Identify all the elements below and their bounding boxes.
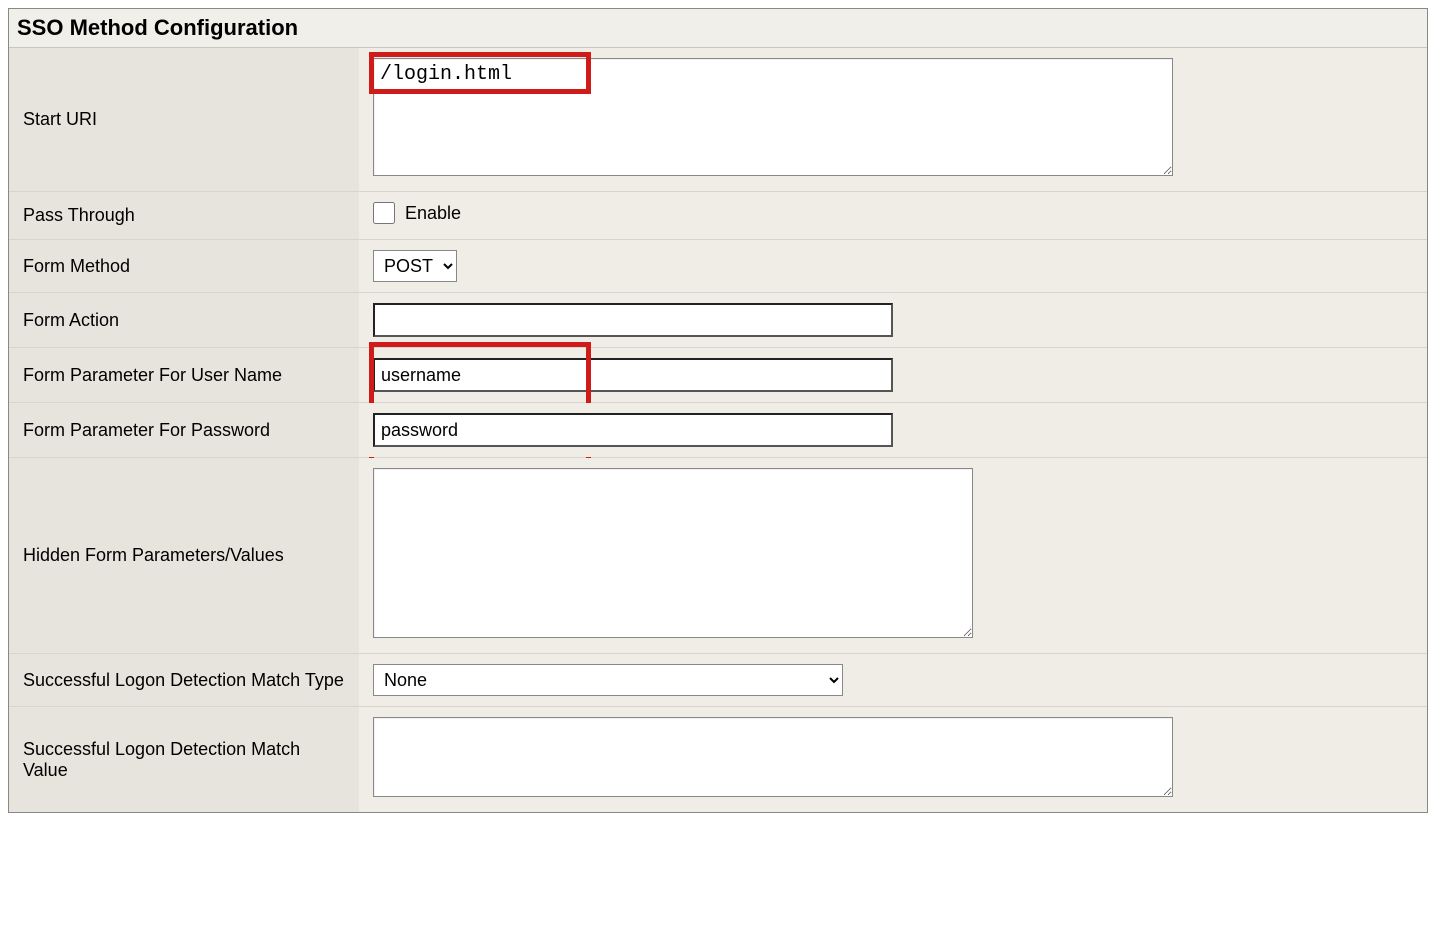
row-pass-through: Pass Through Enable [9,192,1427,240]
panel-title: SSO Method Configuration [9,9,1427,48]
row-hidden-params: Hidden Form Parameters/Values [9,458,1427,654]
pass-through-checkbox-label: Enable [405,203,461,224]
logon-match-value-input[interactable] [373,717,1173,797]
label-form-param-pass: Form Parameter For Password [9,403,359,458]
label-hidden-params: Hidden Form Parameters/Values [9,458,359,654]
label-form-method: Form Method [9,240,359,293]
config-table: Start URI Pass Through Enable Form Metho… [9,48,1427,812]
form-param-pass-input[interactable] [373,413,893,447]
row-logon-match-value: Successful Logon Detection Match Value [9,707,1427,813]
form-param-user-input[interactable] [373,358,893,392]
form-method-select[interactable]: POST [373,250,457,282]
row-form-method: Form Method POST [9,240,1427,293]
label-start-uri: Start URI [9,48,359,192]
row-form-param-pass: Form Parameter For Password [9,403,1427,458]
pass-through-checkbox[interactable] [373,202,395,224]
row-form-action: Form Action [9,293,1427,348]
label-logon-match-type: Successful Logon Detection Match Type [9,654,359,707]
row-form-param-user: Form Parameter For User Name [9,348,1427,403]
row-start-uri: Start URI [9,48,1427,192]
hidden-params-input[interactable] [373,468,973,638]
label-form-param-user: Form Parameter For User Name [9,348,359,403]
start-uri-input[interactable] [373,58,1173,176]
row-logon-match-type: Successful Logon Detection Match Type No… [9,654,1427,707]
sso-config-panel: SSO Method Configuration Start URI Pass … [8,8,1428,813]
label-logon-match-value: Successful Logon Detection Match Value [9,707,359,813]
label-form-action: Form Action [9,293,359,348]
logon-match-type-select[interactable]: None [373,664,843,696]
label-pass-through: Pass Through [9,192,359,240]
form-action-input[interactable] [373,303,893,337]
